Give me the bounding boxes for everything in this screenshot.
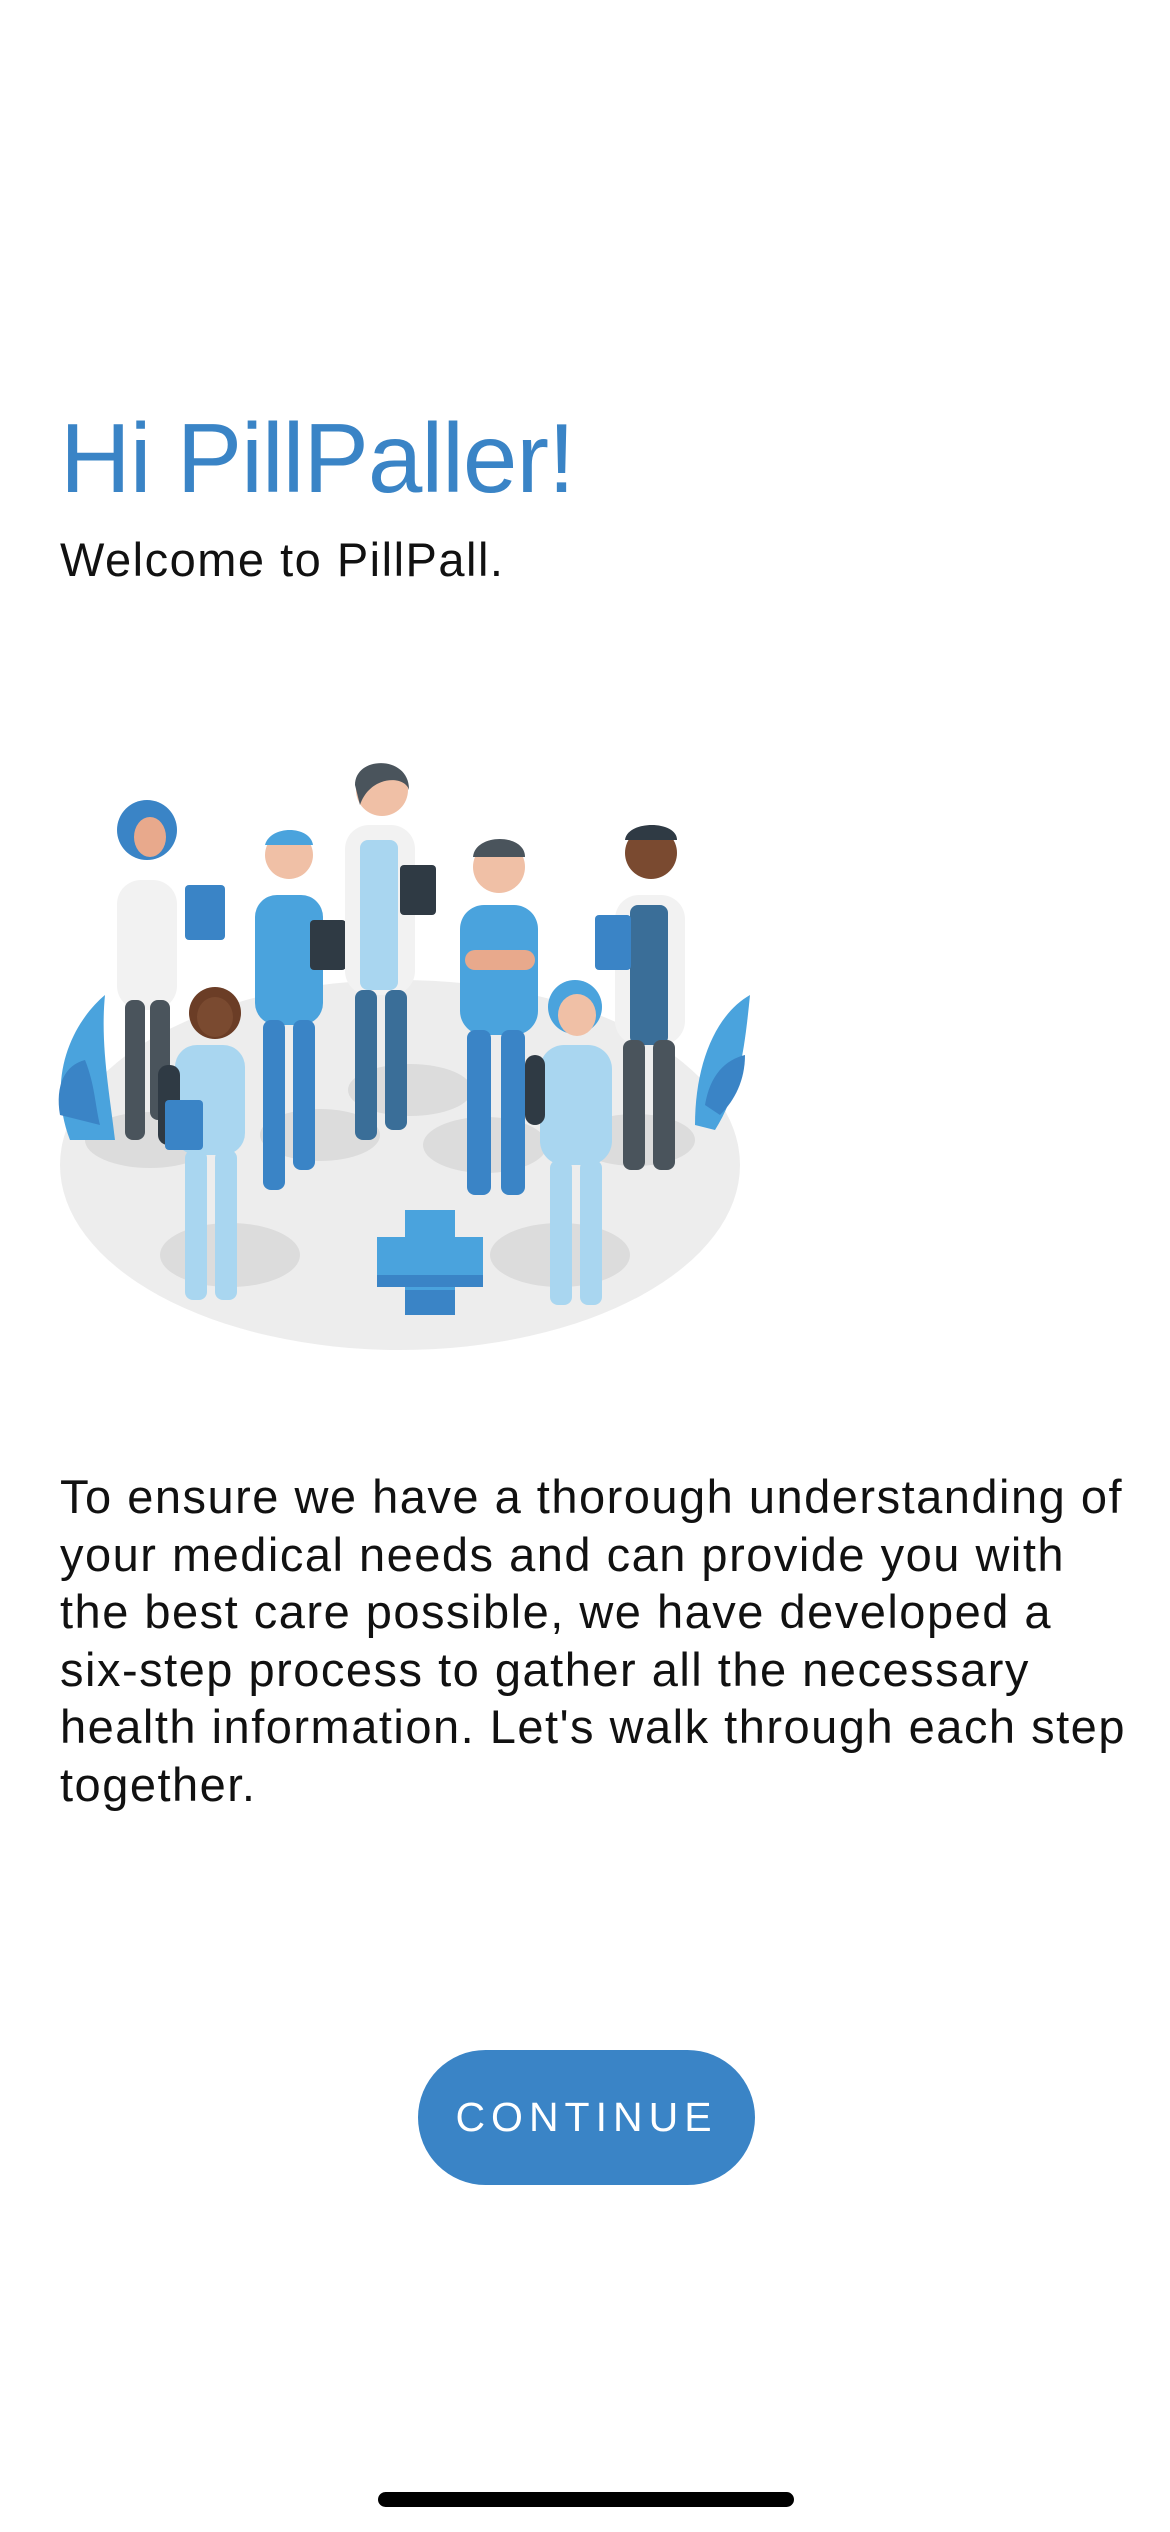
home-indicator[interactable] bbox=[378, 2492, 794, 2507]
continue-button[interactable]: CONTINUE bbox=[418, 2050, 755, 2185]
onboarding-description: To ensure we have a thorough understandi… bbox=[60, 1470, 1126, 1811]
welcome-heading: Hi PillPaller! bbox=[60, 403, 575, 513]
medical-team-illustration bbox=[58, 763, 750, 1350]
welcome-subheading: Welcome to PillPall. bbox=[60, 533, 505, 586]
